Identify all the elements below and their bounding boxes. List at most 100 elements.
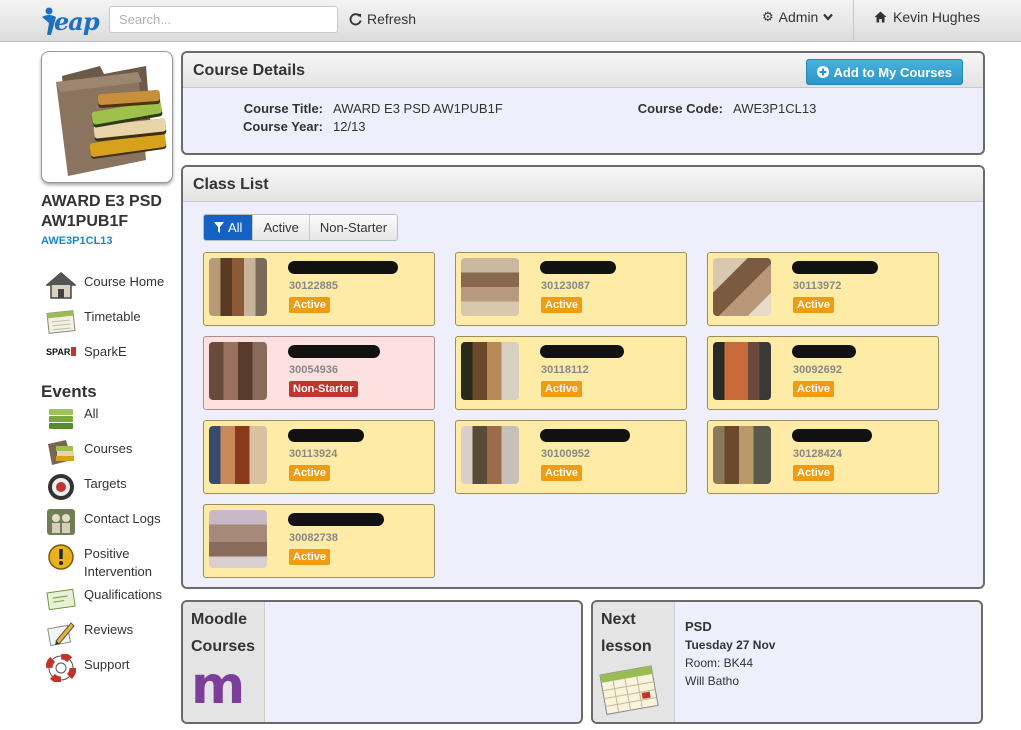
student-card[interactable]: 30122885 Active [203, 252, 435, 326]
books-icon [48, 440, 74, 465]
status-badge: Active [541, 465, 583, 481]
course-year-value: 12/13 [333, 119, 366, 134]
refresh-button[interactable]: Refresh [349, 9, 416, 29]
moodle-courses-panel: Moodle Courses m [181, 600, 583, 724]
next-lesson-room: Room: BK44 [685, 656, 754, 670]
topbar-divider [853, 0, 854, 42]
student-id: 30113972 [793, 280, 842, 292]
sidebar-item-events-positive-intervention[interactable]: Positive Intervention [46, 543, 154, 581]
student-id: 30128424 [793, 448, 842, 460]
admin-label: Admin [778, 9, 819, 25]
next-lesson-date: Tuesday 27 Nov [685, 638, 776, 652]
status-badge: Active [289, 549, 331, 565]
search-input[interactable] [109, 6, 338, 33]
filter-all-button[interactable]: All [204, 215, 254, 240]
certificate-icon [46, 588, 76, 611]
refresh-label: Refresh [367, 11, 417, 27]
admin-menu[interactable]: ⚙ Admin [762, 9, 834, 25]
home-icon [874, 11, 887, 23]
student-card[interactable]: 30123087 Active [455, 252, 687, 326]
redacted-student-name [288, 261, 398, 274]
sidebar-item-label: Positive Intervention [84, 546, 152, 579]
status-badge: Active [793, 381, 835, 397]
student-photo-pixelated [713, 258, 771, 316]
student-photo-pixelated [461, 426, 519, 484]
course-year-label: Course Year: [243, 119, 323, 134]
redacted-student-name [540, 261, 616, 274]
top-navbar: eap Refresh ⚙ Admin Kevin Hughes [0, 0, 1021, 42]
status-badge: Active [289, 465, 331, 481]
student-photo-pixelated [461, 258, 519, 316]
lifebuoy-icon [46, 654, 76, 682]
filter-all-label: All [228, 220, 243, 235]
student-id: 30054936 [289, 364, 338, 376]
user-home-link[interactable]: Kevin Hughes [874, 9, 980, 25]
redacted-student-name [792, 429, 872, 442]
redacted-student-name [288, 429, 364, 442]
student-photo-pixelated [209, 258, 267, 316]
course-title-label: Course Title: [243, 101, 323, 116]
calendar-icon [46, 310, 76, 334]
next-lesson-label-line2: lesson [601, 638, 652, 655]
redacted-student-name [540, 345, 624, 358]
redacted-student-name [792, 345, 856, 358]
gear-icon: ⚙ [762, 9, 774, 24]
moodle-logo-icon[interactable]: m [191, 660, 256, 712]
filter-active-button[interactable]: Active [253, 215, 310, 240]
sidebar-item-events-targets[interactable]: Targets [46, 473, 127, 501]
course-title-value: AWARD E3 PSD AW1PUB1F [333, 101, 503, 116]
student-card[interactable]: 30054936 Non-Starter [203, 336, 435, 410]
status-badge: Active [289, 297, 331, 313]
student-id: 30122885 [289, 280, 338, 292]
course-image [41, 51, 173, 183]
events-heading: Events [41, 382, 97, 401]
sidebar-item-events-qualifications[interactable]: Qualifications [46, 584, 162, 612]
sidebar-item-events-reviews[interactable]: Reviews [46, 619, 133, 647]
sidebar-item-sparke[interactable]: SPARK SparkE [46, 341, 127, 369]
student-card[interactable]: 30113972 Active [707, 252, 939, 326]
sidebar-item-course-home[interactable]: Course Home [46, 271, 164, 299]
student-card[interactable]: 30118112 Active [455, 336, 687, 410]
app-logo[interactable]: eap [40, 5, 100, 37]
sidebar-item-label: Courses [84, 441, 133, 456]
filter-non-starter-label: Non-Starter [319, 220, 388, 235]
student-id: 30123087 [541, 280, 590, 292]
sidebar-item-events-all[interactable]: All [46, 403, 98, 431]
refresh-icon [349, 12, 362, 25]
student-photo-pixelated [209, 510, 267, 568]
redacted-student-name [288, 513, 384, 526]
sidebar-course-code: AWE3P1CL13 [41, 235, 113, 247]
filter-non-starter-button[interactable]: Non-Starter [309, 215, 398, 240]
sparke-logo-icon: SPARK [46, 347, 76, 357]
status-filter-group: All Active Non-Starter [203, 214, 399, 241]
add-to-my-courses-label: Add to My Courses [833, 64, 952, 80]
sidebar-item-events-courses[interactable]: Courses [46, 438, 132, 466]
redacted-student-name [540, 429, 630, 442]
pencil-paper-icon [47, 622, 75, 647]
target-icon [48, 474, 74, 500]
student-id: 30113924 [289, 448, 338, 460]
sidebar-item-timetable[interactable]: Timetable [46, 306, 141, 334]
status-badge: Non-Starter [289, 381, 358, 397]
sidebar-item-label: Course Home [84, 274, 165, 289]
student-card[interactable]: 30082738 Active [203, 504, 435, 578]
course-code-value: AWE3P1CL13 [733, 101, 817, 116]
sidebar-item-events-support[interactable]: Support [46, 654, 130, 682]
add-to-my-courses-button[interactable]: Add to My Courses [805, 59, 963, 85]
student-card[interactable]: 30092692 Active [707, 336, 939, 410]
sidebar-item-label: Reviews [84, 622, 134, 637]
student-card[interactable]: 30113924 Active [203, 420, 435, 494]
user-name: Kevin Hughes [893, 9, 981, 25]
student-photo-pixelated [713, 342, 771, 400]
student-card[interactable]: 30128424 Active [707, 420, 939, 494]
next-lesson-teacher: Will Batho [685, 674, 740, 688]
sidebar-item-label: All [84, 406, 99, 421]
student-card[interactable]: 30100952 Active [455, 420, 687, 494]
class-list-panel: Class List All Active Non-Starter 301228… [181, 165, 985, 589]
sidebar-item-events-contact-logs[interactable]: Contact Logs [46, 508, 161, 536]
student-photo-pixelated [713, 426, 771, 484]
calendar-icon [599, 665, 659, 715]
student-photo-pixelated [209, 342, 267, 400]
sidebar-item-label: Targets [84, 476, 127, 491]
moodle-courses-label: Moodle Courses m [183, 602, 265, 722]
